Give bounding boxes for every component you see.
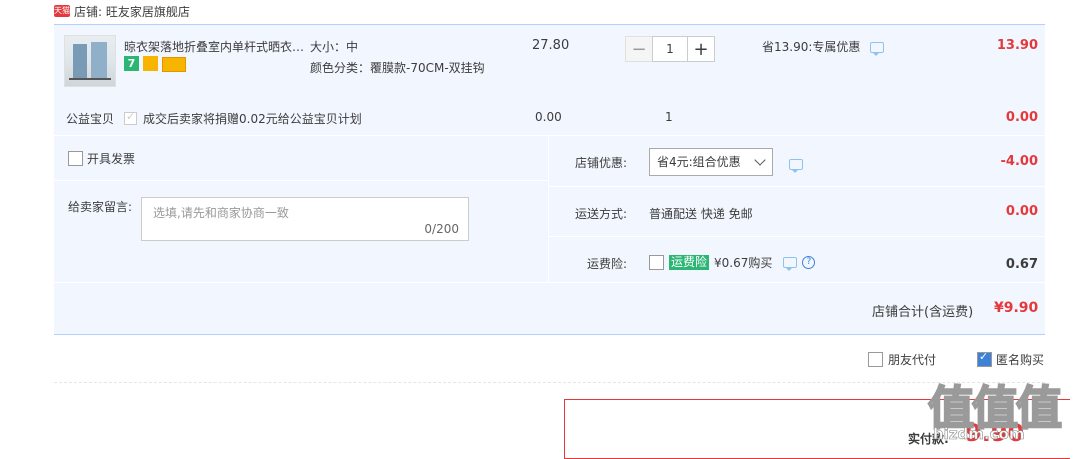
guarantee-icon[interactable] xyxy=(143,56,158,71)
seller-note-label: 给卖家留言: xyxy=(68,200,133,214)
subtotal-label: 店铺合计(含运费) xyxy=(872,305,974,320)
insurance-price: ¥0.67购买 xyxy=(714,256,773,270)
seven-day-return-icon[interactable]: 7 xyxy=(124,56,139,71)
item-promo: 省13.90:专属优惠 xyxy=(762,38,885,56)
friend-pay-option[interactable]: 朋友代付 xyxy=(868,351,936,368)
insurance-checkbox[interactable] xyxy=(649,255,664,270)
anonymous-checkbox[interactable] xyxy=(977,350,992,367)
friend-pay-checkbox[interactable] xyxy=(868,352,883,367)
insurance-amount: 0.67 xyxy=(1005,257,1038,272)
seller-note-textarea[interactable]: 选填,请先和商家协商一致 0/200 xyxy=(141,197,469,241)
store-name-link[interactable]: 店铺: 旺友家居旗舰店 xyxy=(74,3,190,20)
product-thumbnail[interactable] xyxy=(64,35,116,87)
qty-decrease-button[interactable]: − xyxy=(625,36,653,62)
service-badges: 7 xyxy=(124,56,186,72)
char-counter: 0/200 xyxy=(424,222,459,236)
anonymous-option[interactable]: 匿名购买 xyxy=(977,350,1045,368)
watermark-url: hizdm.com xyxy=(933,425,1025,444)
charity-price: 0.00 xyxy=(535,110,562,124)
charity-info: 成交后卖家将捐赠0.02元给公益宝贝计划 xyxy=(124,110,362,127)
message-icon[interactable] xyxy=(870,42,885,56)
insurance-tag: 运费险 xyxy=(669,255,710,270)
insurance-message-icon[interactable] xyxy=(783,257,798,271)
card-payment-icon[interactable] xyxy=(162,57,186,72)
discount-select[interactable]: 省4元:组合优惠 xyxy=(649,148,773,176)
subtotal-amount: ¥9.90 xyxy=(994,300,1039,316)
invoice-option[interactable]: 开具发票 xyxy=(68,150,135,167)
charity-label: 公益宝贝 xyxy=(66,112,115,126)
product-title-link[interactable]: 晾衣架落地折叠室内单杆式晒衣… xyxy=(124,38,304,55)
promo-text: 省13.90:专属优惠 xyxy=(762,40,861,54)
product-color: 颜色分类：覆膜款-70CM-双挂钩 xyxy=(310,61,485,75)
anonymous-label: 匿名购买 xyxy=(996,353,1045,367)
product-size: 大小：中 xyxy=(310,40,359,54)
discount-label: 店铺优惠: xyxy=(574,156,627,170)
item-total: 13.90 xyxy=(996,38,1038,53)
quantity-stepper: − 1 + xyxy=(625,36,715,62)
shipping-method: 普通配送 快递 免邮 xyxy=(649,207,753,221)
discount-message-icon[interactable] xyxy=(789,159,803,173)
discount-amount: -4.00 xyxy=(1000,154,1038,169)
invoice-checkbox[interactable] xyxy=(68,151,83,166)
insurance-label: 运费险: xyxy=(586,257,627,271)
seller-note-placeholder: 选填,请先和商家协商一致 xyxy=(153,206,289,220)
shipping-label: 运送方式: xyxy=(574,207,627,221)
unit-price: 27.80 xyxy=(532,38,570,53)
insurance-option: 运费险 ¥0.67购买 ? xyxy=(649,254,816,271)
qty-increase-button[interactable]: + xyxy=(687,36,715,62)
qty-input[interactable]: 1 xyxy=(652,36,688,62)
charity-total: 0.00 xyxy=(1005,110,1038,125)
charity-qty: 1 xyxy=(665,110,673,124)
shipping-amount: 0.00 xyxy=(1005,204,1038,219)
divider xyxy=(54,382,1045,383)
question-icon[interactable]: ? xyxy=(802,256,816,269)
discount-selected: 省4元:组合优惠 xyxy=(657,155,741,169)
invoice-label: 开具发票 xyxy=(87,152,136,166)
tmall-icon: 天猫 xyxy=(54,5,70,17)
chevron-down-icon xyxy=(754,154,766,166)
friend-pay-label: 朋友代付 xyxy=(888,353,937,367)
charity-text: 成交后卖家将捐赠0.02元给公益宝贝计划 xyxy=(143,112,362,126)
charity-checkbox xyxy=(124,110,137,125)
store-header: 天猫 店铺: 旺友家居旗舰店 xyxy=(54,0,190,22)
